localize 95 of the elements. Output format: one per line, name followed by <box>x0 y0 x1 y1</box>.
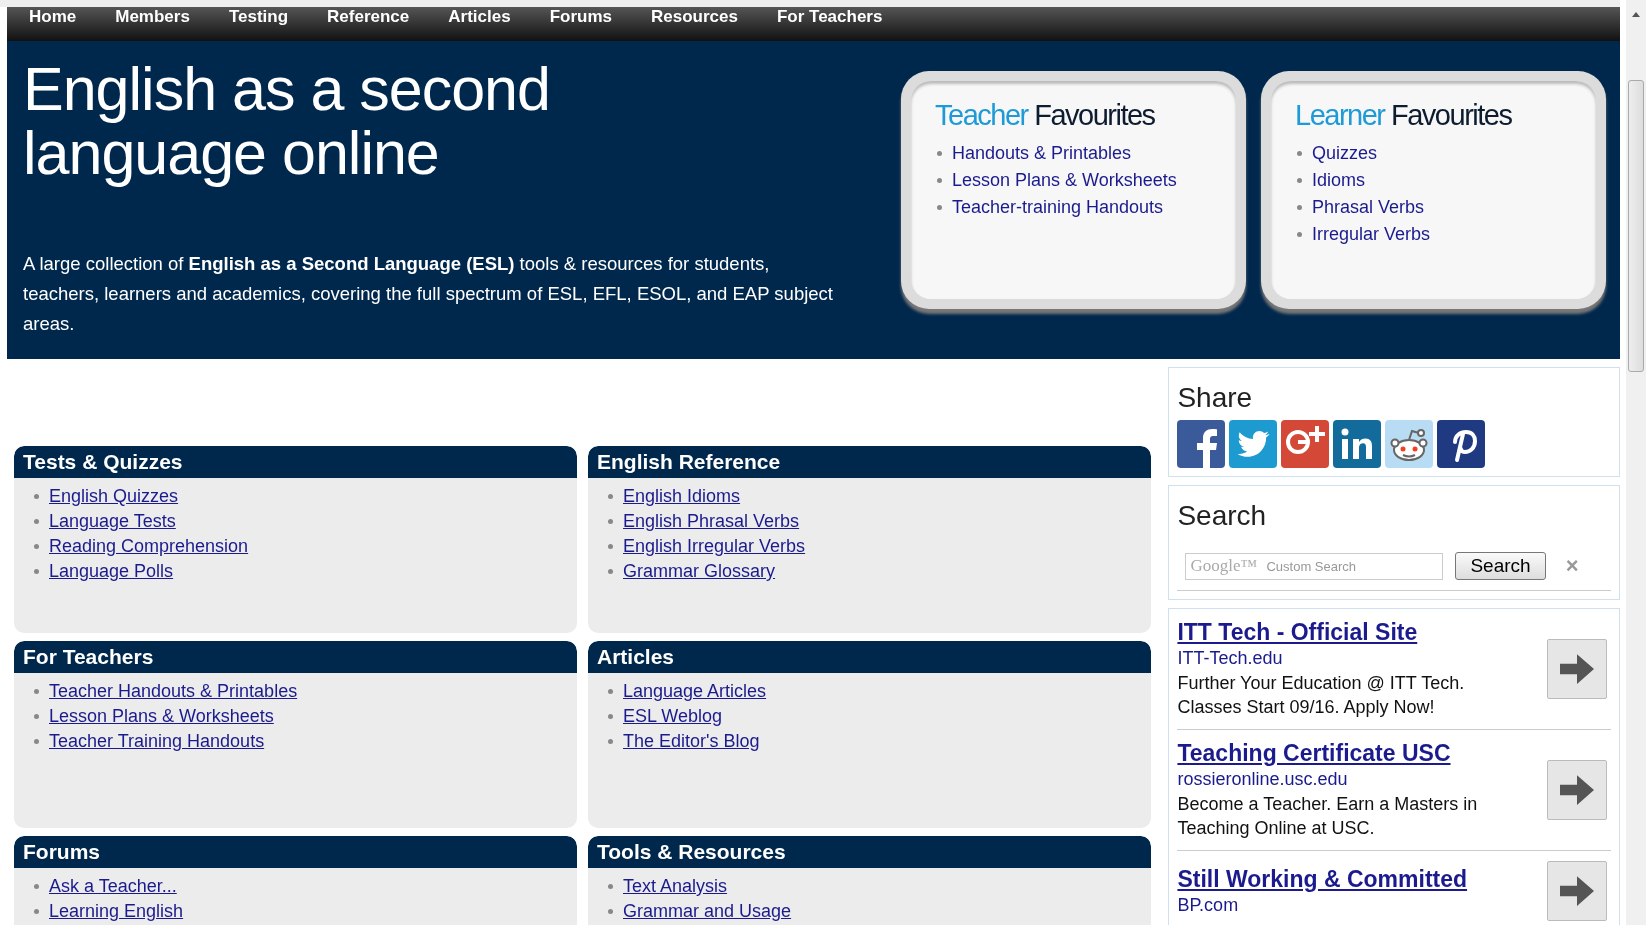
ad-title-link[interactable]: Still Working & Committed <box>1177 866 1468 893</box>
bullet-icon <box>34 544 39 549</box>
section-link[interactable]: Lesson Plans & Worksheets <box>49 706 274 727</box>
arrow-icon <box>1560 775 1594 805</box>
favourite-link[interactable]: Quizzes <box>1312 143 1378 164</box>
section-header: Tools & Resources <box>588 836 1151 868</box>
section-link[interactable]: English Irregular Verbs <box>623 536 806 557</box>
bullet-icon <box>937 205 942 210</box>
bullet-icon <box>937 178 942 183</box>
scroll-up-icon[interactable] <box>1632 12 1640 17</box>
section-link[interactable]: Language Articles <box>623 681 767 702</box>
arrow-button[interactable] <box>1547 639 1607 699</box>
nav-link[interactable]: Members <box>115 7 190 27</box>
ad-title-link[interactable]: Teaching Certificate USC <box>1177 740 1451 767</box>
bullet-icon <box>608 519 613 524</box>
section-link[interactable]: ESL Weblog <box>623 706 723 727</box>
bullet-icon <box>34 909 39 914</box>
section-link[interactable]: Teacher Handouts & Printables <box>49 681 298 702</box>
bullet-icon <box>1297 205 1302 210</box>
nav-link[interactable]: For Teachers <box>776 7 883 27</box>
alien-icon[interactable] <box>1385 420 1434 468</box>
bullet-icon <box>608 909 613 914</box>
section-link[interactable]: Ask a Teacher... <box>49 876 177 897</box>
nav-link[interactable]: Resources <box>651 7 738 27</box>
scrollbar-thumb[interactable] <box>1628 80 1644 372</box>
favourite-link[interactable]: Teacher-training Handouts <box>952 197 1164 218</box>
favourite-link[interactable]: Phrasal Verbs <box>1312 197 1425 218</box>
ad-domain-link[interactable]: BP.com <box>1177 895 1239 916</box>
search-heading: Search <box>1177 500 1268 532</box>
section-link[interactable]: English Idioms <box>623 486 741 507</box>
bullet-icon <box>608 739 613 744</box>
section-link[interactable]: Text Analysis <box>623 876 728 897</box>
ad-domain-link[interactable]: ITT-Tech.edu <box>1177 648 1283 669</box>
google-plus-icon[interactable] <box>1281 420 1330 468</box>
bullet-icon <box>34 739 39 744</box>
bullet-icon <box>1297 232 1302 237</box>
section-header: Articles <box>588 641 1151 673</box>
section-header: Tests & Quizzes <box>14 446 577 478</box>
section-link[interactable]: Language Tests <box>49 511 176 532</box>
section-header: Forums <box>14 836 577 868</box>
bullet-icon <box>608 494 613 499</box>
favourite-link[interactable]: Idioms <box>1312 170 1365 191</box>
bullet-icon <box>608 884 613 889</box>
intro-text: A large collection of English as a Second Language (ESL) tools & resources for students, teachers, learners and academics, covering the full spectrum of ESL, EFL, ESOL, and EAP subject areas. <box>23 252 834 336</box>
bullet-icon <box>34 494 39 499</box>
section-link[interactable]: Grammar Glossary <box>623 561 775 582</box>
arrow-icon <box>1560 654 1594 684</box>
bullet-icon <box>608 544 613 549</box>
bullet-icon <box>608 689 613 694</box>
brand-logo-text: Google™ <box>1190 555 1258 576</box>
nav-link[interactable]: Home <box>29 7 77 27</box>
favourite-link[interactable]: Lesson Plans & Worksheets <box>952 170 1177 191</box>
search-button[interactable]: Search <box>1455 552 1546 580</box>
favourites-heading: Learner Favourites <box>1295 99 1513 132</box>
arrow-button[interactable] <box>1547 861 1607 921</box>
favourite-link[interactable]: Handouts & Printables <box>952 143 1132 164</box>
bullet-icon <box>34 714 39 719</box>
ad-description: Become a Teacher. Earn a Masters in Teaching Online at USC. <box>1177 793 1479 840</box>
favourites-heading: Teacher Favourites <box>935 99 1156 132</box>
section-link[interactable]: Reading Comprehension <box>49 536 249 557</box>
arrow-button[interactable] <box>1547 760 1607 820</box>
nav-link[interactable]: Testing <box>228 7 289 27</box>
bullet-icon <box>34 689 39 694</box>
section-link[interactable]: Grammar and Usage <box>623 901 792 922</box>
scrollbar[interactable] <box>1626 0 1646 925</box>
ad-title-link[interactable]: ITT Tech - Official Site <box>1177 619 1418 646</box>
bullet-icon <box>937 151 942 156</box>
arrow-icon <box>1560 876 1594 906</box>
bullet-icon <box>1297 178 1302 183</box>
nav-link[interactable]: Reference <box>327 7 410 27</box>
bullet-icon <box>34 569 39 574</box>
section-header: For Teachers <box>14 641 577 673</box>
ad-description: Further Your Education @ ITT Tech. Classes Start 09/16. Apply Now! <box>1177 672 1466 719</box>
bullet-icon <box>34 884 39 889</box>
section-link[interactable]: Learning English <box>49 901 184 922</box>
favourite-link[interactable]: Irregular Verbs <box>1312 224 1431 245</box>
section-header: English Reference <box>588 446 1151 478</box>
nav-link[interactable]: Articles <box>448 7 511 27</box>
pinterest-icon[interactable] <box>1437 420 1486 468</box>
bullet-icon <box>1297 151 1302 156</box>
facebook-icon[interactable] <box>1177 420 1226 468</box>
section-link[interactable]: The Editor's Blog <box>623 731 760 752</box>
linkedin-icon[interactable] <box>1333 420 1382 468</box>
bird-icon[interactable] <box>1229 420 1278 468</box>
bullet-icon <box>608 569 613 574</box>
bullet-icon <box>34 519 39 524</box>
section-link[interactable]: English Phrasal Verbs <box>623 511 800 532</box>
bullet-icon <box>608 714 613 719</box>
nav-link[interactable]: Forums <box>549 7 612 27</box>
share-heading: Share <box>1177 382 1254 414</box>
section-link[interactable]: English Quizzes <box>49 486 179 507</box>
ad-domain-link[interactable]: rossieronline.usc.edu <box>1177 769 1348 790</box>
site-title: English as a second language online <box>23 57 551 185</box>
section-link[interactable]: Teacher Training Handouts <box>49 731 265 752</box>
section-link[interactable]: Language Polls <box>49 561 174 582</box>
